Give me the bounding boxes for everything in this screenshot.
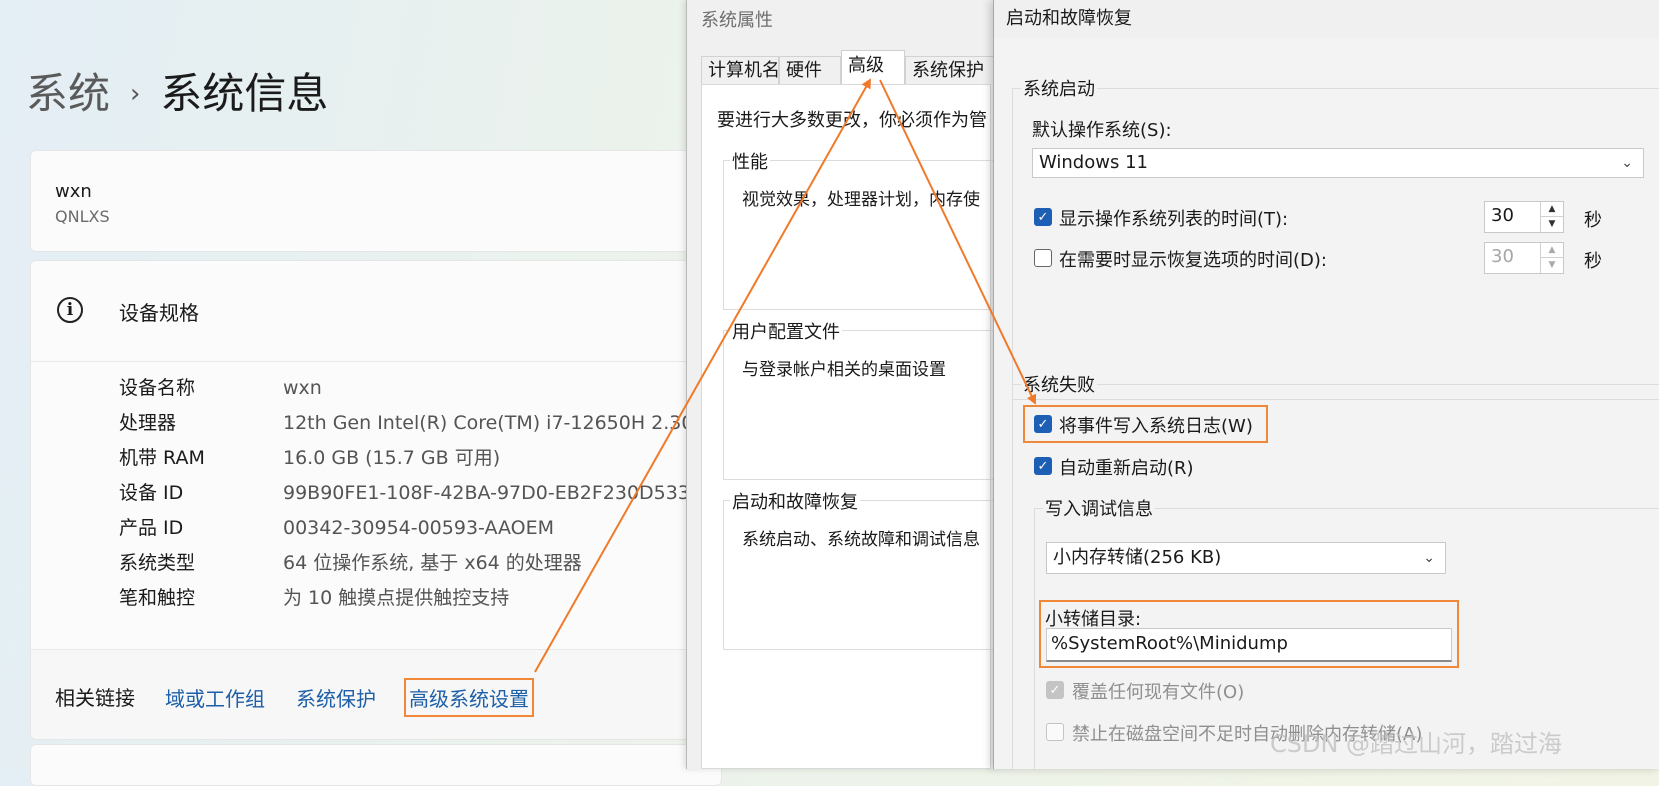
arrow-down-icon[interactable]: ▼ xyxy=(1541,217,1563,232)
default-os-select[interactable]: Windows 11 ⌄ xyxy=(1032,148,1644,178)
auto-restart-checkbox[interactable]: ✓ xyxy=(1034,457,1052,475)
spinner-arrows[interactable]: ▲ ▼ xyxy=(1540,202,1563,232)
dialog-title: 系统属性 xyxy=(701,10,773,31)
page-title: 系统信息 xyxy=(160,69,329,118)
seconds-unit: 秒 xyxy=(1584,251,1602,272)
spinner-value: 30 xyxy=(1491,205,1514,226)
tab-computer-name[interactable]: 计算机名 xyxy=(701,56,780,84)
auto-restart-label: 自动重新启动(R) xyxy=(1059,458,1194,479)
device-name: wxn xyxy=(55,181,92,202)
specs-header[interactable]: i 设备规格 xyxy=(31,261,721,362)
spec-row: 系统类型 64 位操作系统, 基于 x64 的处理器 xyxy=(119,548,582,575)
legend-system-failure: 系统失败 xyxy=(1021,371,1097,397)
check-icon: ✓ xyxy=(1049,683,1061,698)
spinner-arrows: ▲ ▼ xyxy=(1540,243,1563,273)
seconds-unit: 秒 xyxy=(1584,210,1602,231)
group-performance: 性能 视觉效果，处理器计划，内存使 xyxy=(723,148,997,310)
write-event-label: 将事件写入系统日志(W) xyxy=(1059,416,1253,437)
check-icon: ✓ xyxy=(1037,417,1049,432)
spec-row: 设备名称 wxn xyxy=(119,373,322,400)
spec-row: 机带 RAM 16.0 GB (15.7 GB 可用) xyxy=(119,443,500,470)
breadcrumb: 系统 › 系统信息 xyxy=(26,66,328,128)
overwrite-checkbox: ✓ xyxy=(1046,681,1064,699)
group-title: 用户配置文件 xyxy=(730,318,842,344)
debug-type-select[interactable]: 小内存转储(256 KB) ⌄ xyxy=(1046,542,1446,574)
spec-row: 产品 ID 00342-30954-00593-AAOEM xyxy=(119,513,554,540)
show-os-list-label: 显示操作系统列表的时间(T): xyxy=(1059,209,1289,230)
watermark: CSDN @踏过山河，踏过海 xyxy=(1270,730,1563,758)
dump-dir-input[interactable]: %SystemRoot%\Minidump xyxy=(1046,628,1452,662)
link-system-protection[interactable]: 系统保护 xyxy=(296,683,376,712)
default-os-label: 默认操作系统(S): xyxy=(1032,120,1172,141)
default-os-value: Windows 11 xyxy=(1039,152,1148,173)
spec-key: 机带 RAM xyxy=(119,447,205,469)
spec-key: 处理器 xyxy=(119,412,177,434)
spec-value: 64 位操作系统, 基于 x64 的处理器 xyxy=(283,552,582,574)
show-recovery-label: 在需要时显示恢复选项的时间(D): xyxy=(1059,250,1327,271)
group-startup-recovery: 启动和故障恢复 系统启动、系统故障和调试信息 xyxy=(723,488,997,650)
spec-row: 处理器 12th Gen Intel(R) Core(TM) i7-12650H … xyxy=(119,408,707,435)
spec-value: 为 10 触摸点提供触控支持 xyxy=(283,587,510,609)
spec-value: 12th Gen Intel(R) Core(TM) i7-12650H 2.3… xyxy=(283,412,707,434)
spec-key: 设备名称 xyxy=(119,377,196,399)
spec-row: 设备 ID 99B90FE1-108F-42BA-97D0-EB2F230D533… xyxy=(119,478,702,505)
arrow-up-icon: ▲ xyxy=(1541,243,1563,258)
spec-key: 设备 ID xyxy=(119,482,184,504)
spec-row: 笔和触控 为 10 触摸点提供触控支持 xyxy=(119,583,509,610)
debug-type-value: 小内存转储(256 KB) xyxy=(1053,547,1222,568)
group-desc: 视觉效果，处理器计划，内存使 xyxy=(742,190,980,210)
device-host: QNLXS xyxy=(55,207,110,226)
arrow-up-icon[interactable]: ▲ xyxy=(1541,202,1563,217)
device-card: wxn QNLXS xyxy=(30,150,722,252)
related-links: 相关链接 域或工作组 系统保护 高级系统设置 xyxy=(31,649,721,739)
disable-autodelete-checkbox xyxy=(1046,723,1064,741)
spec-value: 16.0 GB (15.7 GB 可用) xyxy=(283,447,501,469)
check-icon: ✓ xyxy=(1037,210,1049,225)
spec-value: wxn xyxy=(283,377,322,399)
chevron-down-icon: ⌄ xyxy=(1621,155,1633,171)
related-links-label: 相关链接 xyxy=(55,686,135,710)
tab-hardware[interactable]: 硬件 xyxy=(779,56,841,84)
link-domain-workgroup[interactable]: 域或工作组 xyxy=(165,683,265,712)
spinner-value: 30 xyxy=(1491,246,1514,267)
device-specs-card: i 设备规格 设备名称 wxn 处理器 12th Gen Intel(R) Core… xyxy=(30,260,722,740)
spec-value: 00342-30954-00593-AAOEM xyxy=(283,517,555,539)
dialog-body: 系统启动 默认操作系统(S): Windows 11 ⌄ ✓ 显示操作系统列表的… xyxy=(994,38,1659,769)
spec-key: 系统类型 xyxy=(119,552,196,574)
info-icon: i xyxy=(57,297,83,323)
group-user-profiles: 用户配置文件 与登录帐户相关的桌面设置 xyxy=(723,318,997,480)
dialog-title: 启动和故障恢复 xyxy=(1006,8,1132,29)
breadcrumb-root[interactable]: 系统 xyxy=(26,69,110,118)
system-properties-dialog: 系统属性 计算机名 硬件 高级 系统保护 要进行大多数更改，你必须作为管 性能 … xyxy=(686,0,997,769)
arrow-down-icon: ▼ xyxy=(1548,260,1556,270)
write-event-checkbox[interactable]: ✓ xyxy=(1034,415,1052,433)
show-recovery-checkbox[interactable] xyxy=(1034,249,1052,267)
tab-system-protection[interactable]: 系统保护 xyxy=(905,56,995,84)
legend-system-startup: 系统启动 xyxy=(1021,75,1097,101)
spec-key: 产品 ID xyxy=(119,517,184,539)
show-os-list-checkbox[interactable]: ✓ xyxy=(1034,208,1052,226)
show-recovery-spinner: 30 ▲ ▼ xyxy=(1484,242,1564,274)
check-icon: ✓ xyxy=(1037,459,1049,474)
admin-notice: 要进行大多数更改，你必须作为管 xyxy=(717,110,987,131)
show-os-list-spinner[interactable]: 30 ▲ ▼ xyxy=(1484,201,1564,233)
chevron-down-icon: ⌄ xyxy=(1423,550,1435,566)
spec-key: 笔和触控 xyxy=(119,587,196,609)
specs-title: 设备规格 xyxy=(119,301,199,325)
legend-debug-info: 写入调试信息 xyxy=(1043,495,1155,521)
group-desc: 与登录帐户相关的桌面设置 xyxy=(742,360,946,380)
tab-advanced[interactable]: 高级 xyxy=(841,50,905,84)
link-advanced-system-settings[interactable]: 高级系统设置 xyxy=(404,678,534,717)
startup-recovery-dialog: 启动和故障恢复 系统启动 默认操作系统(S): Windows 11 ⌄ ✓ 显… xyxy=(993,0,1659,769)
group-title: 性能 xyxy=(730,148,770,174)
breadcrumb-separator: › xyxy=(130,79,141,109)
group-desc: 系统启动、系统故障和调试信息 xyxy=(742,530,980,550)
spec-value: 99B90FE1-108F-42BA-97D0-EB2F230D5337 xyxy=(283,482,703,504)
group-title: 启动和故障恢复 xyxy=(730,488,860,514)
overwrite-label: 覆盖任何现有文件(O) xyxy=(1072,682,1245,703)
next-card xyxy=(30,744,722,786)
